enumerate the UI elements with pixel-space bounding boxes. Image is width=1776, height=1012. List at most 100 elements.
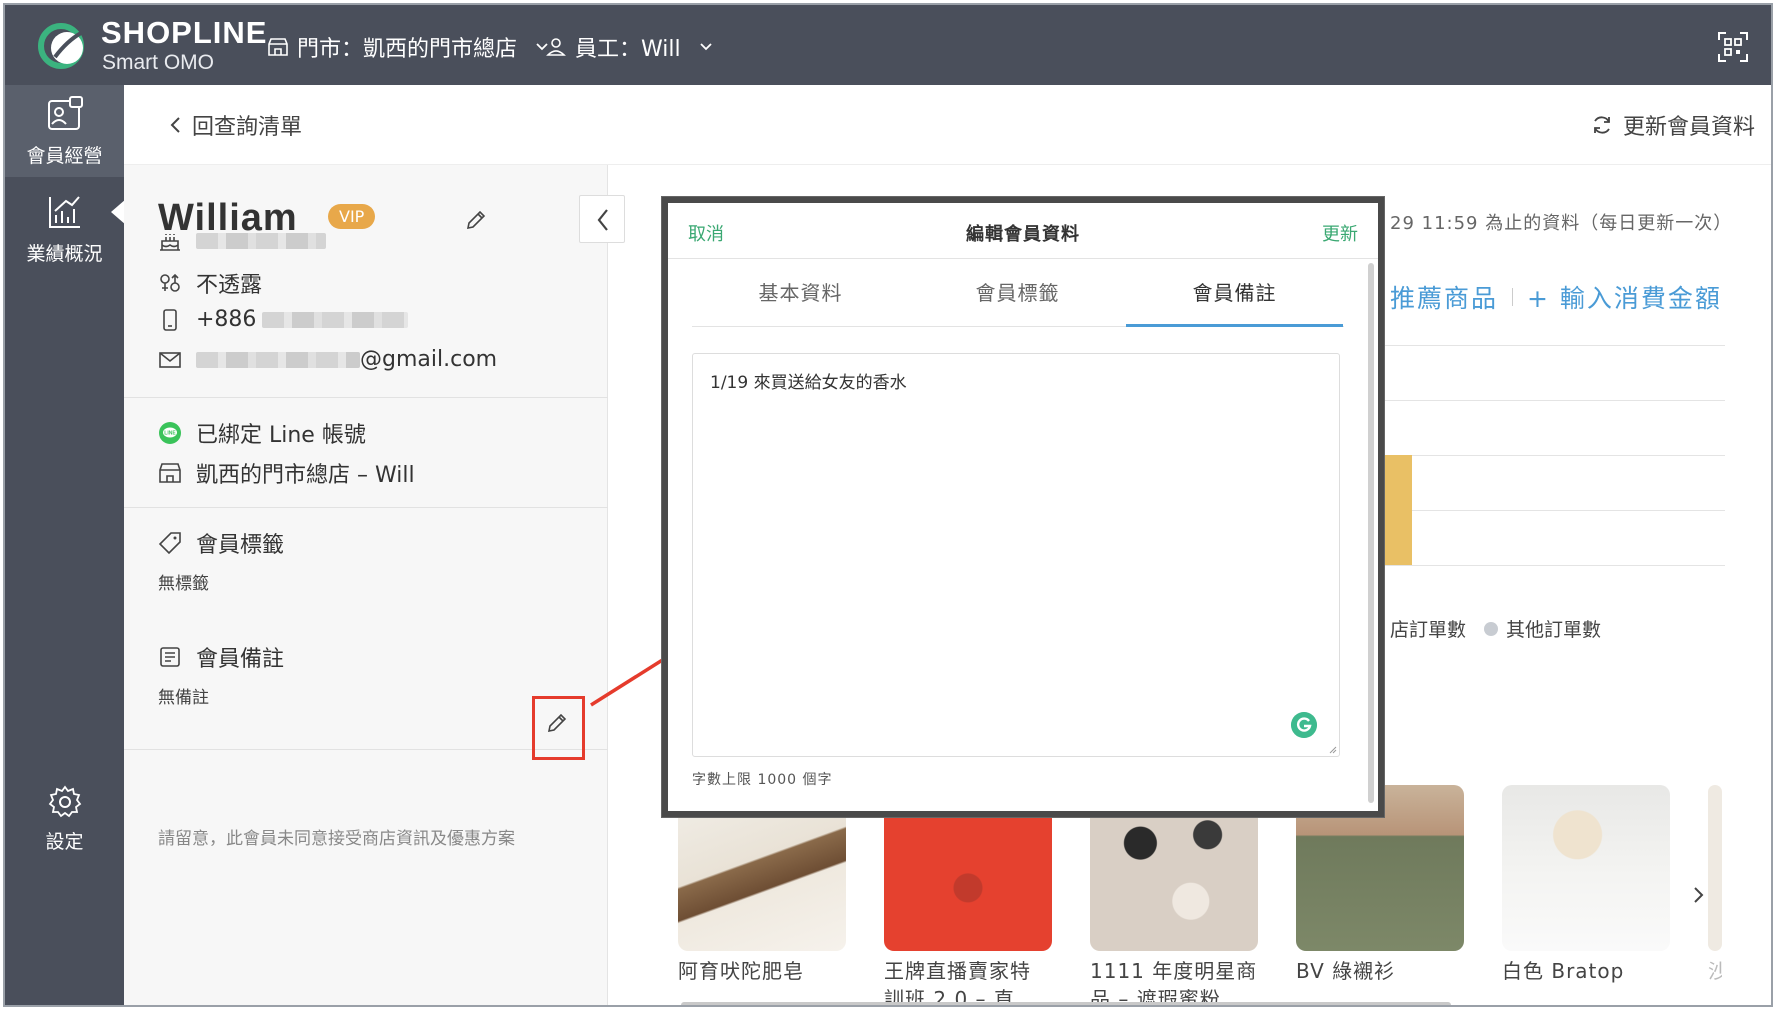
member-profile-panel: William VIP 不透露 +886 @gmail.com LINE 已綁定…: [124, 165, 608, 1005]
link-separator: [1512, 288, 1514, 306]
birthday-cake-icon: [160, 234, 180, 251]
sidebar-item-settings[interactable]: 設定: [5, 785, 124, 854]
horizontal-scrollbar[interactable]: [681, 1002, 1451, 1005]
email-row: @gmail.com: [158, 347, 497, 372]
divider: [124, 397, 608, 398]
birthday-value-redacted: [196, 233, 326, 249]
staff-selector[interactable]: 員工：Will: [545, 31, 713, 63]
phone-value-redacted: [262, 311, 409, 328]
notes-title-label: 會員備註: [196, 647, 285, 672]
collapse-panel-button[interactable]: [579, 195, 625, 243]
product-name: BV 綠襯衫: [1296, 959, 1396, 983]
member-tags-title: 會員標籤: [158, 527, 284, 559]
product-image: [1502, 785, 1670, 951]
store-staff-row: 凱西的門市總店 – Will: [158, 457, 415, 489]
modal-header: 取消 編輯會員資料 更新: [668, 203, 1378, 259]
qr-scan-icon[interactable]: [1717, 31, 1749, 63]
gender-icon: [160, 273, 180, 292]
chevron-down-icon: [699, 43, 712, 51]
shopline-logo-icon: [38, 23, 84, 69]
grammarly-icon[interactable]: [1291, 712, 1317, 738]
chart-gridline: [1380, 510, 1725, 511]
chevron-right-icon[interactable]: [1688, 885, 1708, 905]
brand-name: SHOPLINE: [101, 15, 268, 50]
store-label: 門市：凱西的門市總店: [297, 37, 518, 62]
page-header: 回查詢清單 更新會員資料: [124, 85, 1771, 165]
quick-links: 推薦商品 + 輸入消費金額: [1390, 279, 1722, 315]
line-status: 已綁定 Line 帳號: [196, 423, 366, 448]
data-update-note: 29 11:59 為止的資料（每日更新一次）: [1390, 213, 1733, 234]
store-staff-value: 凱西的門市總店 – Will: [196, 463, 415, 488]
resize-handle-icon[interactable]: [1327, 744, 1337, 754]
refresh-member-button[interactable]: 更新會員資料: [1591, 109, 1755, 141]
tags-title-label: 會員標籤: [196, 533, 285, 558]
sidebar-item-member[interactable]: 會員經營: [5, 85, 124, 177]
tab-member-notes[interactable]: 會員備註: [1126, 259, 1343, 327]
input-amount-link[interactable]: + 輸入消費金額: [1527, 279, 1722, 315]
staff-label: 員工：Will: [575, 37, 681, 62]
gender-value: 不透露: [196, 273, 263, 298]
chart-legend: 店訂單數 其他訂單數: [1390, 615, 1601, 642]
product-card[interactable]: 王牌直播賣家特 訓班 2.0 – 直...: [884, 785, 1052, 1007]
sidebar-item-performance[interactable]: 業績概況: [5, 193, 124, 266]
store-selector[interactable]: 門市：凱西的門市總店: [267, 31, 549, 63]
sidebar-item-label: 會員經營: [26, 145, 103, 167]
user-icon: [546, 38, 566, 56]
phone-row: +886: [158, 307, 409, 332]
recommend-products-link[interactable]: 推薦商品: [1390, 279, 1498, 315]
legend-store-orders: 店訂單數: [1390, 619, 1467, 641]
vip-badge: VIP: [328, 204, 376, 229]
modal-title: 編輯會員資料: [966, 224, 1080, 245]
performance-chart-icon: [48, 196, 80, 228]
phone-icon: [163, 308, 177, 331]
product-name: 阿育吠陀肥皂: [678, 959, 804, 983]
email-domain: @gmail.com: [360, 347, 498, 372]
product-name: 王牌直播賣家特 訓班 2.0 – 直...: [884, 959, 1037, 1007]
member-note-textarea[interactable]: 1/19 來買送給女友的香水: [692, 353, 1340, 757]
character-limit-hint: 字數上限 1000 個字: [692, 772, 833, 788]
svg-text:LINE: LINE: [164, 431, 176, 437]
gender-row: 不透露: [158, 267, 262, 299]
notes-value: 無備註: [158, 688, 209, 708]
phone-prefix: +886: [196, 307, 257, 332]
line-app-icon: LINE: [159, 422, 181, 444]
chart-gridline: [1380, 400, 1725, 401]
annotation-highlight-box: [532, 696, 585, 760]
modal-scrollbar[interactable]: [1368, 263, 1374, 803]
refresh-label: 更新會員資料: [1622, 115, 1755, 140]
top-bar: SHOPLINE Smart OMO 門市：凱西的門市總店 員工：Will: [5, 5, 1771, 85]
line-binding-row: LINE 已綁定 Line 帳號: [158, 417, 366, 449]
edit-profile-icon[interactable]: [464, 208, 488, 232]
note-icon: [160, 647, 180, 667]
app-window: SHOPLINE Smart OMO 門市：凱西的門市總店 員工：Will 會員…: [3, 3, 1773, 1007]
marketing-consent-notice: 請留意，此會員未同意接受商店資訊及優惠方案: [158, 829, 515, 849]
member-card-icon: [47, 96, 83, 130]
product-image: [1708, 785, 1722, 951]
store-icon: [268, 38, 288, 56]
brand-subtitle: Smart OMO: [102, 51, 215, 74]
sidebar: 會員經營 業績概況 設定: [5, 85, 126, 1005]
chevron-left-icon: [597, 209, 608, 231]
product-card[interactable]: 沙: [1708, 785, 1722, 985]
tag-icon: [158, 532, 181, 555]
back-to-list-link[interactable]: 回查詢清單: [168, 109, 302, 141]
note-text: 1/19 來買送給女友的香水: [710, 373, 907, 393]
store-icon: [159, 463, 181, 483]
tab-member-tags[interactable]: 會員標籤: [909, 259, 1126, 327]
sidebar-item-label: 業績概況: [26, 243, 103, 265]
product-card[interactable]: 1111 年度明星商品 – 遮瑕蜜粉...: [1090, 785, 1258, 1005]
mail-icon: [159, 351, 181, 368]
gear-icon: [48, 785, 81, 818]
chart-gridline: [1380, 565, 1725, 566]
update-button[interactable]: 更新: [1322, 220, 1358, 246]
email-user-redacted: [196, 351, 360, 368]
divider: [124, 507, 608, 508]
orders-bar: [1380, 455, 1412, 565]
tab-basic-info[interactable]: 基本資料: [692, 259, 909, 327]
legend-other-dot: [1484, 621, 1499, 636]
member-notes-title: 會員備註: [158, 641, 284, 673]
chevron-left-icon: [170, 117, 180, 133]
product-card[interactable]: 白色 Bratop: [1502, 785, 1670, 985]
chart-gridline: [1380, 455, 1725, 456]
chart-gridline: [1380, 345, 1725, 346]
